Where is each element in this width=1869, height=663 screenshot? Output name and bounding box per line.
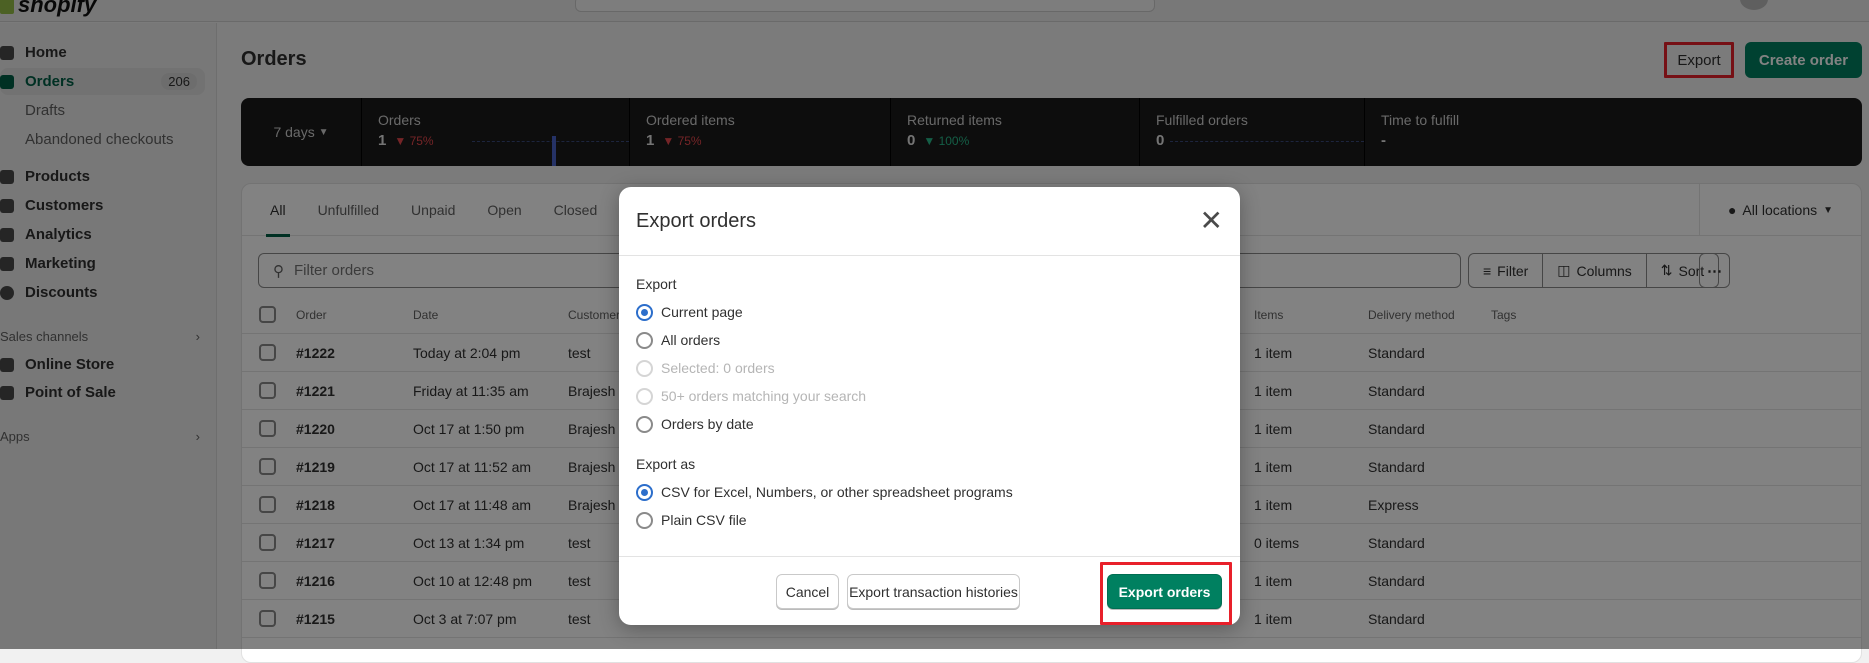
export-scope-option[interactable]: Orders by date: [636, 410, 1223, 438]
modal-title: Export orders: [636, 209, 757, 232]
export-scope-option[interactable]: All orders: [636, 326, 1223, 354]
radio-button[interactable]: [636, 415, 653, 433]
highlight-box: [1100, 562, 1232, 625]
export-orders-modal: Export orders ✕ Export Current page All o…: [619, 187, 1240, 625]
radio-button[interactable]: [636, 483, 653, 501]
export-transaction-histories-button[interactable]: Export transaction histories: [847, 574, 1020, 609]
export-scope-option: 50+ orders matching your search: [636, 382, 1223, 410]
close-icon[interactable]: ✕: [1200, 207, 1223, 235]
export-format-option[interactable]: Plain CSV file: [636, 506, 1223, 534]
export-format-option[interactable]: CSV for Excel, Numbers, or other spreads…: [636, 478, 1223, 506]
radio-button[interactable]: [636, 331, 653, 349]
radio-button: [636, 359, 653, 377]
cancel-button[interactable]: Cancel: [776, 574, 839, 609]
radio-button: [636, 387, 653, 405]
export-scope-option[interactable]: Current page: [636, 298, 1223, 326]
export-format-label: Export as: [636, 456, 696, 472]
radio-button[interactable]: [636, 511, 653, 529]
radio-button[interactable]: [636, 303, 653, 321]
export-scope-option: Selected: 0 orders: [636, 354, 1223, 382]
export-scope-label: Export: [636, 276, 677, 292]
